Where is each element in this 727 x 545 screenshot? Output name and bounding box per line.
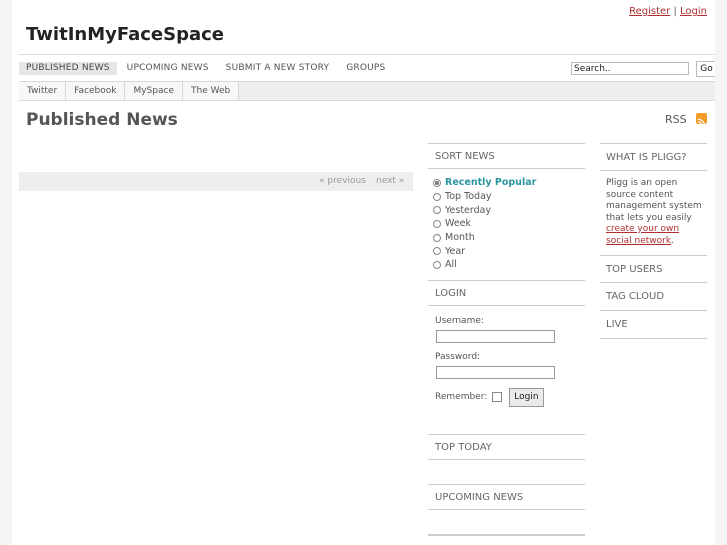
nav-item-published-news[interactable]: PUBLISHED NEWS: [19, 62, 117, 75]
top-today-body: [428, 460, 585, 484]
page-title: Published News: [26, 110, 178, 130]
create-social-network-link[interactable]: create your own social network: [606, 224, 679, 246]
username-field[interactable]: [436, 329, 555, 343]
rss-link[interactable]: RSS: [665, 113, 687, 126]
subnav-item-the-web[interactable]: The Web: [183, 82, 240, 100]
login-heading: LOGIN: [428, 279, 585, 306]
password-label: Password:: [435, 351, 481, 362]
about-text: Pligg is an open source content manageme…: [600, 171, 707, 255]
account-links: Register | Login: [629, 6, 707, 17]
subnav-item-myspace[interactable]: MySpace: [125, 82, 183, 100]
next-page-link[interactable]: next »: [376, 172, 404, 191]
search-input[interactable]: [571, 62, 689, 75]
radio-icon[interactable]: [433, 233, 441, 242]
radio-icon[interactable]: [433, 219, 441, 228]
radio-icon[interactable]: [433, 260, 441, 269]
tag-cloud-link[interactable]: TAG CLOUD: [600, 283, 707, 311]
page: Register | Login TwitInMyFaceSpace PUBLI…: [12, 0, 715, 545]
live-link[interactable]: LIVE: [600, 311, 707, 339]
subnav-item-twitter[interactable]: Twitter: [19, 82, 67, 100]
sort-options: Recently Popular Top Today Yesterday Wee…: [428, 169, 585, 280]
nav-item-upcoming-news[interactable]: UPCOMING NEWS: [120, 62, 216, 75]
nav-item-groups[interactable]: GROUPS: [339, 62, 392, 75]
login-form: Username: Password: Remember: Login: [428, 306, 585, 434]
nav-item-submit-story[interactable]: SUBMIT A NEW STORY: [219, 62, 337, 75]
login-button[interactable]: Login: [509, 387, 544, 407]
register-link[interactable]: Register: [629, 6, 670, 17]
radio-icon[interactable]: [433, 192, 441, 201]
remember-label: Remember:: [435, 392, 488, 403]
remember-row: Remember: Login: [435, 387, 585, 407]
radio-selected-icon[interactable]: [433, 178, 441, 187]
upcoming-news-body: [428, 510, 585, 534]
sort-option-label: All: [445, 259, 457, 271]
top-users-link[interactable]: TOP USERS: [600, 255, 707, 283]
sort-news-heading: SORT NEWS: [428, 143, 585, 169]
sort-option-label: Top Today: [445, 191, 492, 203]
search-go-button[interactable]: Go: [696, 61, 715, 77]
sort-option-label: Yesterday: [445, 204, 492, 216]
site-title[interactable]: TwitInMyFaceSpace: [26, 24, 224, 45]
right-sidebar: WHAT IS PLIGG? Pligg is an open source c…: [600, 143, 707, 339]
sort-option-top-today[interactable]: Top Today: [433, 190, 585, 204]
sort-option-month[interactable]: Month: [433, 231, 585, 245]
about-period: .: [671, 235, 674, 246]
sort-option-label: Recently Popular: [445, 177, 537, 189]
top-today-heading[interactable]: TOP TODAY: [428, 433, 585, 460]
upcoming-news-heading[interactable]: UPCOMING NEWS: [428, 483, 585, 510]
sort-option-label: Month: [445, 232, 475, 244]
about-description: Pligg is an open source content manageme…: [606, 178, 702, 223]
radio-icon[interactable]: [433, 247, 441, 256]
pagination-bar: « previous next »: [19, 172, 413, 191]
sort-option-yesterday[interactable]: Yesterday: [433, 203, 585, 217]
login-link[interactable]: Login: [680, 6, 707, 17]
sort-option-label: Year: [445, 245, 466, 257]
main-nav: PUBLISHED NEWS UPCOMING NEWS SUBMIT A NE…: [19, 62, 395, 75]
account-link-separator: |: [673, 6, 677, 17]
radio-icon[interactable]: [433, 206, 441, 215]
username-label: Username:: [435, 315, 484, 326]
header-divider: [19, 54, 715, 55]
next-block-divider: [428, 533, 585, 536]
what-is-pligg-heading: WHAT IS PLIGG?: [600, 143, 707, 171]
middle-sidebar: SORT NEWS Recently Popular Top Today Yes…: [428, 143, 585, 536]
category-subnav: Twitter Facebook MySpace The Web: [19, 81, 715, 101]
sort-option-all[interactable]: All: [433, 258, 585, 272]
sort-option-label: Week: [445, 218, 472, 230]
sort-option-week[interactable]: Week: [433, 217, 585, 231]
rss-icon[interactable]: [696, 113, 707, 127]
password-field[interactable]: [436, 365, 555, 379]
sort-option-recently-popular[interactable]: Recently Popular: [433, 176, 585, 190]
sort-option-year[interactable]: Year: [433, 244, 585, 258]
remember-checkbox[interactable]: [492, 392, 503, 403]
previous-page-link[interactable]: « previous: [319, 172, 366, 191]
subnav-item-facebook[interactable]: Facebook: [66, 82, 126, 100]
